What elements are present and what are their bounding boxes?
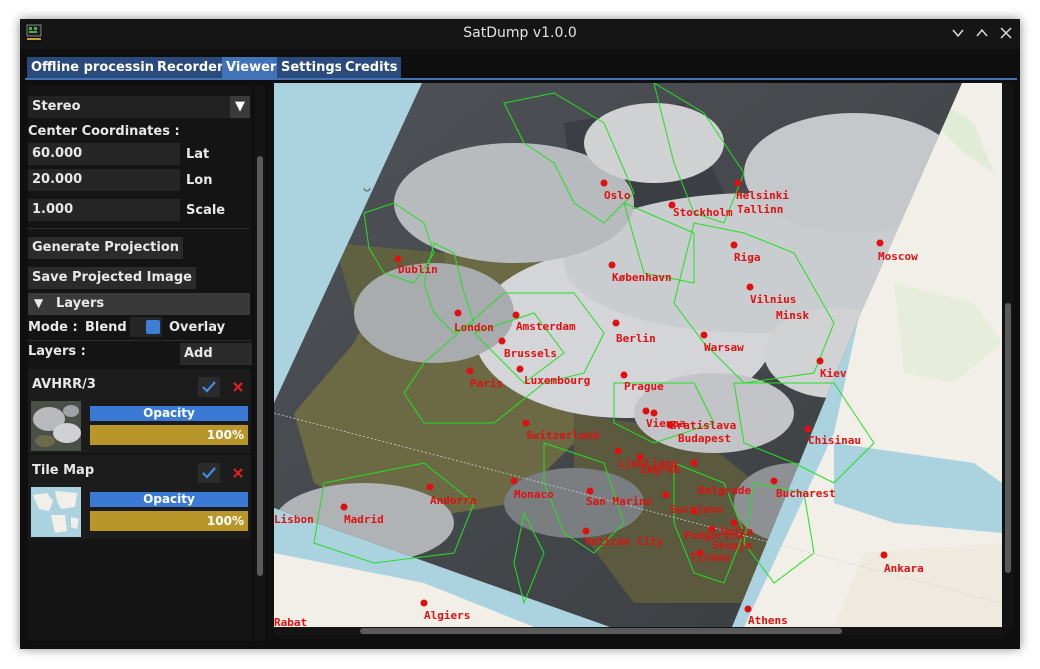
opacity-label: Opacity <box>90 492 248 507</box>
tab-credits[interactable]: Credits <box>341 57 402 78</box>
city-label: Riga <box>734 251 761 264</box>
city-label: Vatican City <box>584 535 664 548</box>
city-label: Budapest <box>678 432 731 445</box>
projected-map-canvas: Oslo Stockholm Helsinki Tallinn Dublin K… <box>274 83 1002 627</box>
minimize-icon[interactable] <box>950 25 966 41</box>
map-vertical-scrollbar[interactable] <box>1003 83 1013 627</box>
blend-overlay-toggle[interactable] <box>130 317 162 337</box>
city-label: Brussels <box>504 347 557 360</box>
title-bar: SatDump v1.0.0 <box>20 19 1020 49</box>
city-label: Athens <box>748 614 788 627</box>
city-label: Luxembourg <box>524 374 590 387</box>
blend-label: Blend <box>85 320 127 335</box>
maximize-icon[interactable] <box>974 25 990 41</box>
panel-scrollbar[interactable] <box>255 86 265 641</box>
collapse-triangle-icon: ▼ <box>34 296 44 310</box>
checkmark-icon[interactable] <box>198 377 220 397</box>
city-label: Algiers <box>424 609 470 622</box>
city-label: København <box>612 271 672 284</box>
city-label: Kiev <box>820 367 847 380</box>
city-label: Paris <box>470 377 503 390</box>
delete-layer-icon[interactable] <box>227 463 249 483</box>
scale-input[interactable]: 1.000 <box>28 199 180 221</box>
city-label: Amsterdam <box>516 320 576 333</box>
checkmark-icon[interactable] <box>198 463 220 483</box>
app-window: SatDump v1.0.0 Offline processing Record… <box>20 19 1020 649</box>
city-label: Moscow <box>878 250 918 263</box>
city-label: Oslo <box>604 189 631 202</box>
city-label: Sarajevo <box>670 503 723 516</box>
tab-underline <box>25 78 1017 80</box>
city-label: Helsinki <box>736 189 789 202</box>
city-label: Stockholm <box>673 206 733 219</box>
window-title: SatDump v1.0.0 <box>463 25 577 41</box>
city-label: Switzerland <box>526 429 599 442</box>
map-horizontal-scrollbar[interactable] <box>274 627 1002 635</box>
save-projected-image-button[interactable]: Save Projected Image <box>28 267 196 289</box>
layer-thumbnail <box>31 401 81 451</box>
city-label: Warsaw <box>704 341 744 354</box>
scrollbar-thumb[interactable] <box>1005 303 1011 573</box>
city-label: Zagreb <box>640 463 680 476</box>
city-label: Tallinn <box>737 203 783 216</box>
layers-list-label: Layers : <box>28 344 86 359</box>
divider <box>28 340 250 341</box>
projection-select-value: Stereo <box>32 99 81 114</box>
lat-label: Lat <box>186 147 210 162</box>
viewer-control-panel: Stereo ▼ Center Coordinates : 60.000 Lat… <box>28 86 252 641</box>
map-viewer[interactable]: Oslo Stockholm Helsinki Tallinn Dublin K… <box>274 83 1002 627</box>
city-label: Ankara <box>884 562 924 575</box>
lon-label: Lon <box>186 173 213 188</box>
city-label: Prague <box>624 380 664 393</box>
city-label: Minsk <box>776 309 809 322</box>
city-label: Andorra <box>430 494 476 507</box>
city-label: Madrid <box>344 513 384 526</box>
city-label: Belgrade <box>698 484 751 497</box>
city-label: Rabat <box>274 616 307 627</box>
layers-header-label: Layers <box>56 296 105 311</box>
lat-input[interactable]: 60.000 <box>28 143 180 165</box>
city-label: Tirana <box>690 551 730 564</box>
scale-label: Scale <box>186 203 226 218</box>
projection-select[interactable]: Stereo ▼ <box>28 96 250 118</box>
city-label: San Marino <box>586 495 653 508</box>
mode-label: Mode : <box>28 320 78 335</box>
city-label: Bratislava <box>670 419 736 432</box>
city-label: Monaco <box>514 488 554 501</box>
delete-layer-icon[interactable] <box>227 377 249 397</box>
opacity-slider[interactable]: 100% <box>90 511 248 531</box>
add-layer-button[interactable]: Add Layer <box>180 343 252 383</box>
layer-item-avhrr: AVHRR/3 Opacity 100% <box>28 369 250 453</box>
city-label: Berlin <box>616 332 656 345</box>
layer-thumbnail <box>31 487 81 537</box>
opacity-slider[interactable]: 100% <box>90 425 248 445</box>
layer-name: AVHRR/3 <box>32 377 96 392</box>
toggle-knob <box>146 320 160 334</box>
generate-projection-button[interactable]: Generate Projection <box>28 237 184 259</box>
close-icon[interactable] <box>998 25 1014 41</box>
city-label: London <box>454 321 494 334</box>
city-label: Chisinau <box>808 434 861 447</box>
center-coordinates-label: Center Coordinates : <box>28 124 180 139</box>
city-label: Bucharest <box>776 487 836 500</box>
layer-name: Tile Map <box>32 463 95 478</box>
opacity-label: Opacity <box>90 406 248 421</box>
city-label: Lisbon <box>274 513 314 526</box>
lon-input[interactable]: 20.000 <box>28 169 180 191</box>
scrollbar-thumb[interactable] <box>360 628 842 634</box>
tab-settings[interactable]: Settings <box>277 57 347 78</box>
scrollbar-thumb[interactable] <box>257 156 263 576</box>
city-label: Sofia <box>720 525 753 538</box>
divider <box>28 228 250 229</box>
tab-offline-processing[interactable]: Offline processing <box>27 57 168 78</box>
tab-viewer[interactable]: Viewer <box>222 57 281 78</box>
overlay-label: Overlay <box>169 320 226 335</box>
layer-item-tile-map: Tile Map Opacity 100% <box>28 455 250 539</box>
city-label: Vilnius <box>750 293 796 306</box>
layers-section-header[interactable]: ▼ Layers <box>28 293 250 315</box>
dropdown-arrow-icon[interactable]: ▼ <box>230 96 250 118</box>
tab-recorder[interactable]: Recorder <box>153 57 228 78</box>
city-label: Dublin <box>398 263 438 276</box>
